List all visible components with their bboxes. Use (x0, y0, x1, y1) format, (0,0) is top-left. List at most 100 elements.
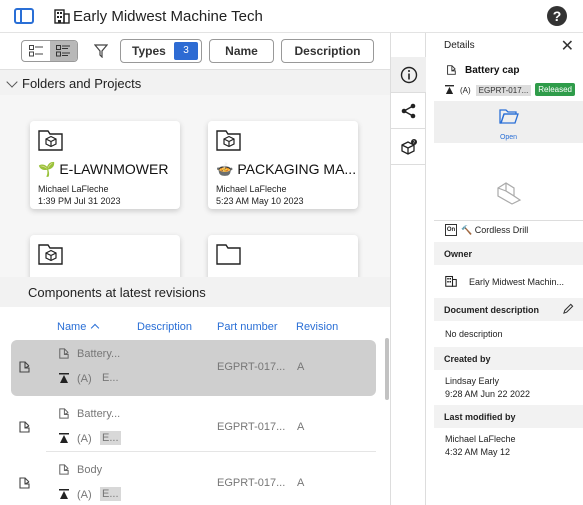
owner-section-header: Owner (434, 242, 583, 265)
table-row[interactable]: Battery... (A) E... EGPRT-017... A (11, 400, 376, 456)
part-icon (19, 421, 30, 433)
folders-section-label: Folders and Projects (22, 76, 142, 91)
types-count-badge: 3 (174, 42, 198, 60)
context-name: 🔨 Cordless Drill (461, 224, 529, 235)
folders-grid: 🌱 E-LAWNMOWER Michael LaFleche 1:39 PM J… (0, 95, 390, 277)
close-icon[interactable]: ✕ (561, 36, 574, 56)
modified-by: Michael LaFleche (445, 434, 516, 444)
owner-value: Early Midwest Machin... (469, 277, 565, 287)
folder-name: 🌱 E-LAWNMOWER (38, 161, 169, 177)
row-revision: A (297, 477, 305, 489)
sort-ascending-icon (91, 323, 100, 333)
types-filter-label: Types (132, 44, 166, 58)
part-icon (19, 477, 30, 489)
row-part-number: EGPRT-017... (217, 361, 286, 373)
folder-time: 5:23 AM May 10 2023 (216, 196, 304, 206)
description-value: No description (445, 329, 503, 339)
row-revision-tag: (A) (77, 433, 92, 445)
open-label: Open (499, 134, 518, 141)
tab-where-used[interactable]: ? (391, 129, 426, 165)
project-folder-icon (38, 130, 63, 151)
edit-pencil-icon[interactable] (563, 303, 574, 314)
divider (434, 220, 583, 221)
row-revision: A (297, 421, 305, 433)
folder-card[interactable] (30, 235, 180, 277)
project-folder-icon (38, 244, 63, 265)
sidebar-toggle-icon[interactable] (14, 8, 34, 24)
row-revision-tag: (A) (77, 373, 92, 385)
revision-column-header[interactable]: Revision (296, 321, 338, 333)
folder-owner: Michael LaFleche (216, 184, 287, 194)
owner-heading: Owner (444, 249, 473, 259)
part-icon (59, 408, 69, 419)
created-time: 9:28 AM Jun 22 2022 (445, 389, 531, 399)
modified-time: 4:32 AM May 12 (445, 447, 511, 457)
folder-card[interactable]: 🌱 E-LAWNMOWER Michael LaFleche 1:39 PM J… (30, 121, 180, 209)
part-number-column-header[interactable]: Part number (217, 321, 278, 333)
row-revision: A (297, 361, 305, 373)
folder-card[interactable]: 🍲 PACKAGING MA... Michael LaFleche 5:23 … (208, 121, 358, 209)
app-title: Early Midwest Machine Tech (73, 8, 263, 25)
description-filter-button[interactable]: Description (281, 39, 374, 63)
part-icon (447, 65, 456, 75)
types-filter-button[interactable]: Types 3 (120, 39, 202, 63)
scrollbar[interactable] (385, 338, 389, 400)
tab-details[interactable] (391, 57, 426, 93)
help-icon[interactable]: ? (547, 6, 567, 26)
revision-icon (445, 85, 454, 95)
folders-section-header[interactable]: Folders and Projects (0, 69, 390, 95)
revision-row: (A) EGPRT-017... (445, 83, 532, 97)
onshape-document-icon: On (445, 224, 457, 236)
name-filter-button[interactable]: Name (209, 39, 274, 63)
filter-toolbar: Types 3 Name Description (0, 33, 390, 68)
row-revision-extra: E... (100, 487, 121, 501)
folder-icon (216, 244, 241, 265)
status-badge: Released (535, 83, 575, 96)
part-usage-icon: ? (400, 138, 417, 155)
part-number-value: EGPRT-017... (475, 84, 532, 96)
company-building-icon (54, 9, 70, 24)
description-section-header: Document description (434, 298, 583, 321)
row-revision-extra: E... (100, 431, 121, 445)
row-revision-tag: (A) (77, 489, 92, 501)
top-bar: Early Midwest Machine Tech ? (0, 0, 583, 33)
list-view-icon[interactable] (22, 41, 50, 61)
components-section-label: Components at latest revisions (28, 285, 206, 300)
created-section-header: Created by (434, 347, 583, 370)
created-by: Lindsay Early (445, 376, 500, 386)
details-title: Details (444, 40, 475, 51)
modified-heading: Last modified by (444, 412, 516, 422)
folder-time: 1:39 PM Jul 31 2023 (38, 196, 121, 206)
revision-value: (A) (460, 85, 471, 95)
view-mode-toggle[interactable] (21, 40, 78, 62)
name-column-header[interactable]: Name (57, 321, 100, 333)
revision-icon (59, 489, 69, 499)
row-name: Battery... (77, 408, 121, 420)
open-folder-icon (499, 109, 519, 124)
table-row[interactable]: Battery... (A) E... EGPRT-017... A (11, 340, 376, 396)
part-icon (59, 464, 69, 475)
description-column-header[interactable]: Description (137, 321, 192, 333)
detail-list-view-icon[interactable] (49, 41, 77, 61)
row-name: Battery... (77, 348, 121, 360)
modified-section-header: Last modified by (434, 405, 583, 428)
folder-card[interactable] (208, 235, 358, 277)
part-preview-icon (497, 182, 522, 205)
row-name: Body (77, 464, 103, 476)
browser-pane: Types 3 Name Description Folders and Pro… (0, 33, 390, 505)
filter-icon[interactable] (94, 44, 108, 58)
company-building-icon (445, 275, 457, 287)
table-row[interactable]: Body (A) E... EGPRT-017... A (11, 456, 376, 505)
info-icon (400, 66, 417, 83)
row-part-number: EGPRT-017... (217, 477, 286, 489)
folder-owner: Michael LaFleche (38, 184, 109, 194)
row-revision-extra: E... (102, 372, 119, 384)
tab-share[interactable] (391, 93, 426, 129)
context-row: On 🔨 Cordless Drill (445, 224, 528, 236)
open-button[interactable]: Open (434, 101, 583, 143)
item-name: Battery cap (465, 65, 520, 76)
side-tab-strip: ? (390, 33, 426, 505)
row-part-number: EGPRT-017... (217, 421, 286, 433)
part-icon (59, 348, 69, 359)
project-folder-icon (216, 130, 241, 151)
